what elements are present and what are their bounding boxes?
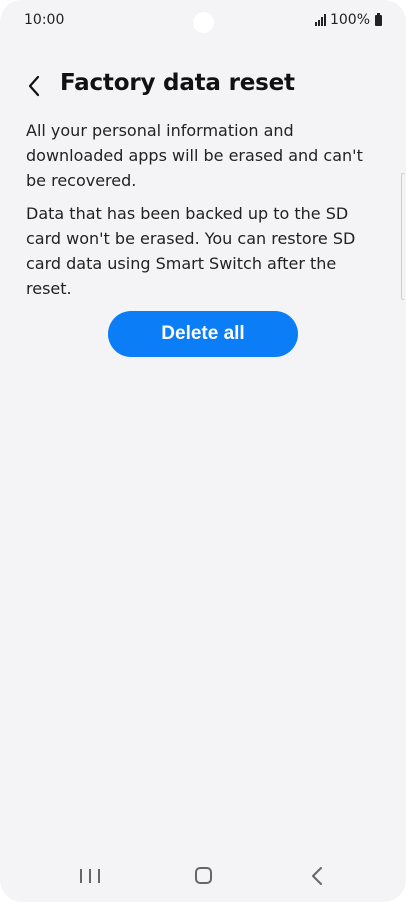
back-button[interactable] [20, 70, 48, 102]
phone-screen: 10:00 100% Factory data reset All your p… [0, 0, 406, 902]
status-time: 10:00 [24, 12, 65, 28]
battery-icon [375, 12, 382, 26]
home-icon[interactable] [195, 867, 212, 884]
chevron-left-icon [28, 75, 40, 97]
sd-card-info-text: Data that has been backed up to the SD c… [26, 204, 356, 298]
status-indicators: 100% [314, 12, 382, 28]
recents-icon[interactable] [80, 867, 100, 885]
navigation-bar [0, 850, 406, 902]
page-title: Factory data reset [60, 70, 295, 96]
app-header: Factory data reset [0, 66, 406, 106]
camera-cutout [193, 12, 214, 33]
scroll-indicator[interactable] [401, 173, 405, 300]
back-icon[interactable] [309, 866, 325, 886]
battery-percent: 100% [329, 12, 370, 28]
erase-warning-text: All your personal information and downlo… [26, 121, 363, 190]
signal-icon [314, 14, 326, 26]
delete-all-button[interactable]: Delete all [108, 311, 298, 357]
status-bar: 10:00 100% [0, 0, 406, 44]
